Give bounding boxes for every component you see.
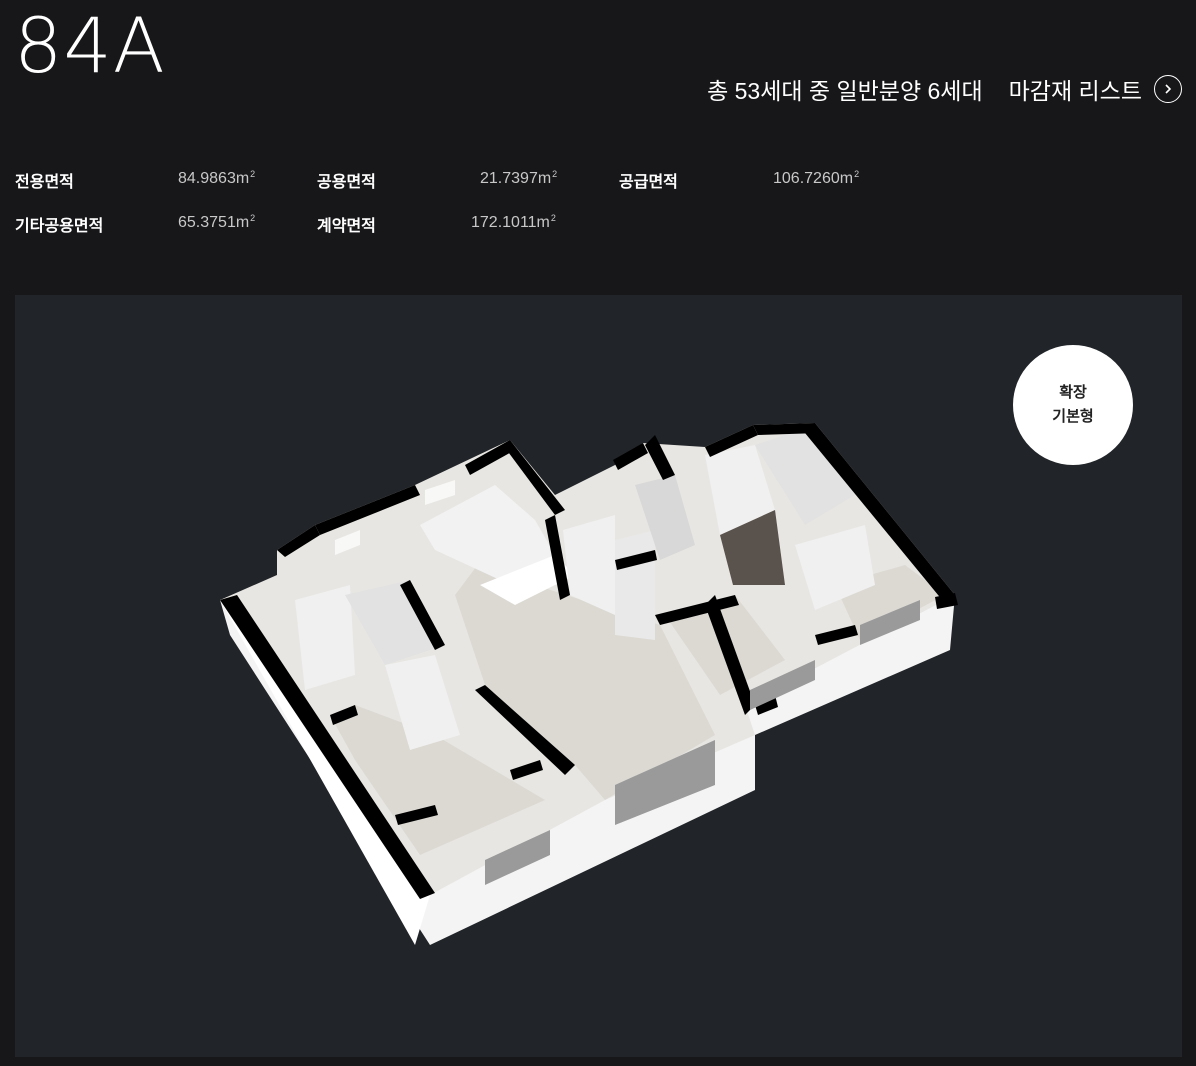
floor-plan-panel: 확장 기본형 — [15, 295, 1182, 1057]
expansion-type-toggle[interactable]: 확장 기본형 — [1013, 345, 1133, 465]
area-value: 21.7397m2 — [480, 169, 558, 187]
area-value: 84.9863m2 — [178, 169, 256, 187]
area-label: 전용면적 — [15, 174, 74, 191]
header-info: 총 53세대 중 일반분양 6세대 마감재 리스트 — [707, 72, 1182, 106]
area-label: 공용면적 — [317, 174, 376, 191]
badge-line2: 기본형 — [1052, 408, 1094, 425]
area-label: 계약면적 — [317, 218, 376, 235]
floor-plan-3d-image — [220, 423, 958, 945]
area-label: 공급면적 — [619, 174, 678, 191]
badge-line1: 확장 — [1059, 384, 1087, 401]
household-summary: 총 53세대 중 일반분양 6세대 — [707, 78, 983, 104]
area-value: 106.7260m2 — [773, 169, 860, 187]
material-list-link[interactable]: 마감재 리스트 — [1009, 72, 1182, 106]
chevron-right-circle-icon — [1154, 75, 1182, 103]
area-label: 기타공용면적 — [15, 218, 104, 235]
unit-type-title: 84A — [14, 1, 166, 90]
area-value: 65.3751m2 — [178, 213, 256, 231]
material-list-label: 마감재 리스트 — [1008, 78, 1142, 104]
area-value: 172.1011m2 — [471, 213, 556, 231]
